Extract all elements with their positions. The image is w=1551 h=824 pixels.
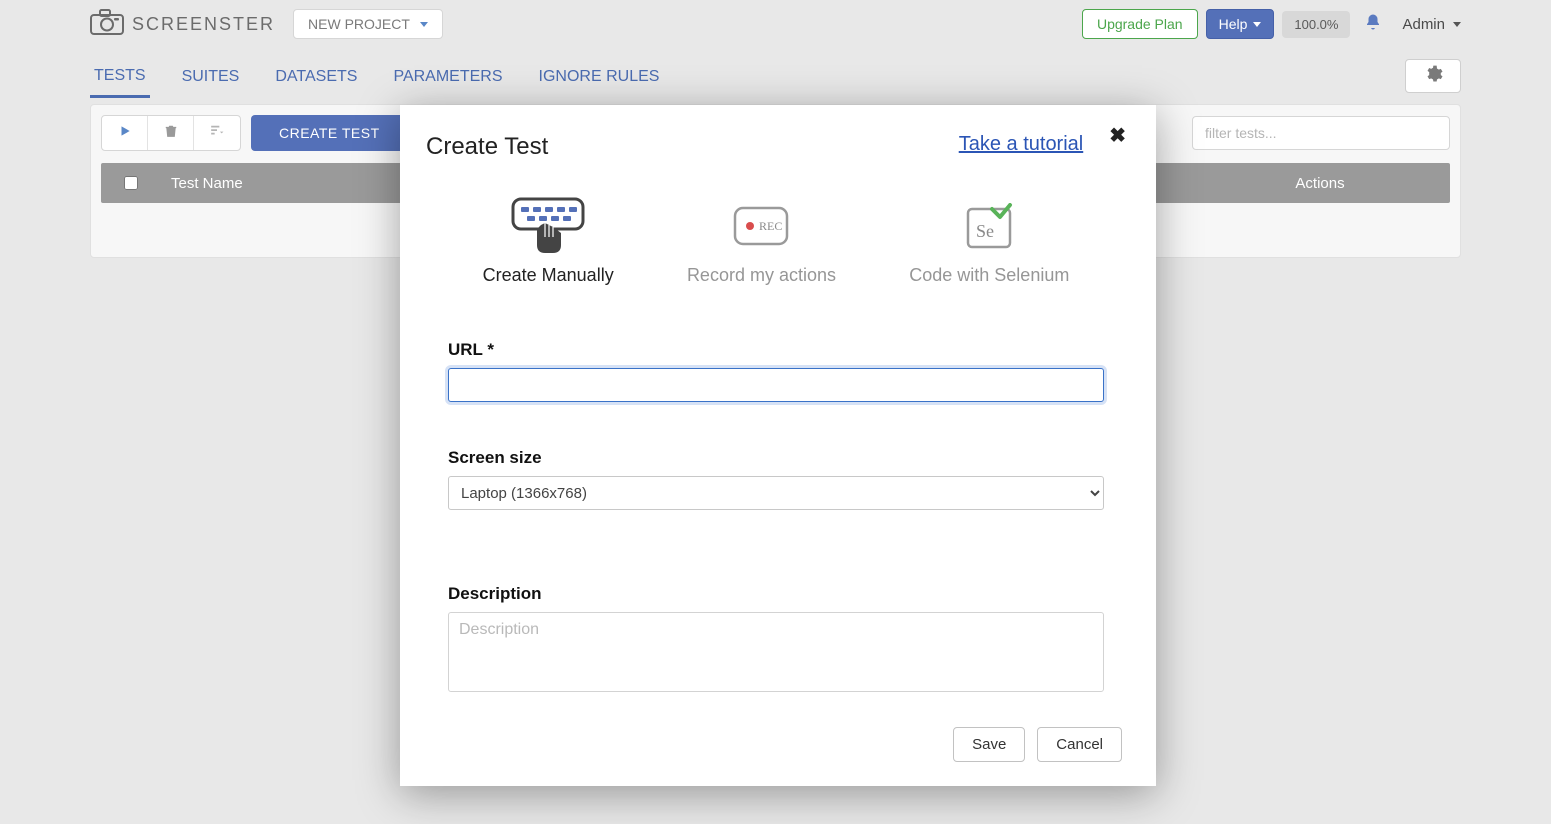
gear-icon bbox=[1423, 64, 1443, 89]
help-dropdown[interactable]: Help bbox=[1206, 9, 1275, 39]
option-label: Code with Selenium bbox=[909, 265, 1069, 286]
delete-button[interactable] bbox=[148, 116, 194, 150]
camera-icon bbox=[90, 9, 124, 40]
option-label: Record my actions bbox=[687, 265, 836, 286]
brand-text: SCREENSTER bbox=[132, 14, 275, 35]
help-label: Help bbox=[1219, 16, 1248, 32]
select-all-checkbox[interactable] bbox=[124, 176, 138, 190]
app-header: SCREENSTER NEW PROJECT Upgrade Plan Help… bbox=[0, 0, 1551, 48]
sort-icon bbox=[209, 124, 225, 143]
project-dropdown-label: NEW PROJECT bbox=[308, 16, 410, 32]
brand: SCREENSTER bbox=[90, 9, 275, 40]
tab-ignore-rules[interactable]: IGNORE RULES bbox=[535, 56, 664, 96]
bell-icon[interactable] bbox=[1364, 13, 1382, 36]
admin-label: Admin bbox=[1402, 16, 1445, 33]
nav-tabs: TESTS SUITES DATASETS PARAMETERS IGNORE … bbox=[0, 48, 1551, 104]
usage-percent: 100.0% bbox=[1282, 11, 1350, 38]
col-actions: Actions bbox=[1190, 175, 1450, 192]
close-icon: ✖ bbox=[1109, 125, 1126, 147]
creation-method-options: Create Manually REC Record my actions bbox=[426, 197, 1126, 286]
create-test-modal: Create Test Take a tutorial ✖ bbox=[400, 105, 1156, 786]
trash-icon bbox=[164, 123, 178, 144]
record-icon: REC bbox=[733, 197, 789, 255]
modal-title: Create Test bbox=[426, 133, 548, 161]
select-all-cell bbox=[101, 176, 161, 190]
screen-size-select[interactable]: Laptop (1366x768) bbox=[448, 476, 1104, 510]
option-code-selenium[interactable]: Se Code with Selenium bbox=[909, 197, 1069, 286]
upgrade-plan-button[interactable]: Upgrade Plan bbox=[1082, 9, 1198, 39]
save-button[interactable]: Save bbox=[953, 727, 1025, 762]
description-label: Description bbox=[448, 584, 1104, 604]
option-label: Create Manually bbox=[483, 265, 614, 286]
url-input[interactable] bbox=[448, 368, 1104, 402]
admin-dropdown[interactable]: Admin bbox=[1402, 16, 1461, 33]
take-tutorial-link[interactable]: Take a tutorial bbox=[959, 133, 1084, 156]
create-test-button[interactable]: CREATE TEST bbox=[251, 115, 408, 151]
tab-suites[interactable]: SUITES bbox=[178, 56, 244, 96]
svg-text:REC: REC bbox=[759, 219, 782, 233]
description-textarea[interactable] bbox=[448, 612, 1104, 692]
run-button[interactable] bbox=[102, 116, 148, 150]
keyboard-hand-icon bbox=[507, 197, 589, 255]
tab-parameters[interactable]: PARAMETERS bbox=[389, 56, 506, 96]
project-dropdown[interactable]: NEW PROJECT bbox=[293, 9, 443, 39]
settings-button[interactable] bbox=[1405, 59, 1461, 93]
option-create-manually[interactable]: Create Manually bbox=[483, 197, 614, 286]
url-label: URL * bbox=[448, 340, 1104, 360]
sort-button[interactable] bbox=[194, 116, 240, 150]
option-record-actions[interactable]: REC Record my actions bbox=[687, 197, 836, 286]
close-button[interactable]: ✖ bbox=[1109, 123, 1126, 148]
cancel-button[interactable]: Cancel bbox=[1037, 727, 1122, 762]
chevron-down-icon bbox=[420, 22, 428, 27]
toolbar-group bbox=[101, 115, 241, 151]
chevron-down-icon bbox=[1253, 22, 1261, 27]
selenium-icon: Se bbox=[964, 197, 1014, 255]
play-icon bbox=[118, 124, 132, 143]
chevron-down-icon bbox=[1453, 22, 1461, 27]
screen-size-label: Screen size bbox=[448, 448, 1104, 468]
tab-datasets[interactable]: DATASETS bbox=[271, 56, 361, 96]
tab-tests[interactable]: TESTS bbox=[90, 55, 150, 98]
svg-text:Se: Se bbox=[976, 221, 994, 241]
filter-tests-input[interactable] bbox=[1192, 116, 1450, 150]
